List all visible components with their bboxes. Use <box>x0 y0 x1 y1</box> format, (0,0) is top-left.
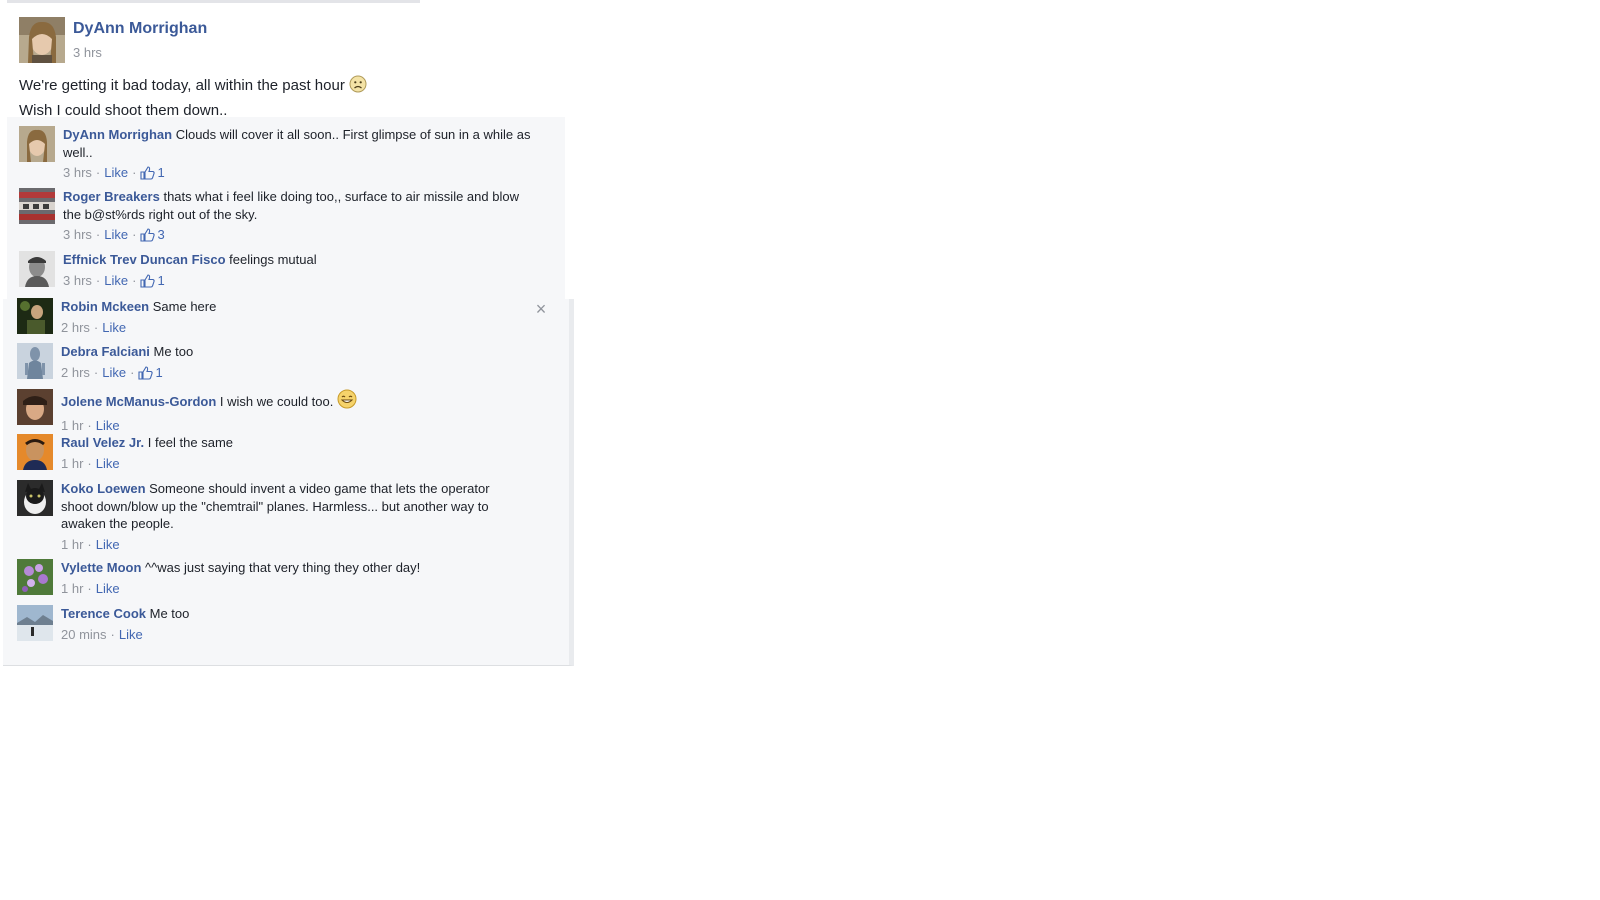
commenter-avatar[interactable] <box>17 434 53 470</box>
commenter-name[interactable]: Terence Cook <box>61 606 146 621</box>
like-link[interactable]: Like <box>96 456 120 471</box>
like-link[interactable]: Like <box>96 537 120 552</box>
top-divider <box>7 0 420 3</box>
comment-time[interactable]: 2 hrs <box>61 365 90 380</box>
comment-time[interactable]: 3 hrs <box>63 165 92 180</box>
comment-text: feelings mutual <box>229 252 317 267</box>
thumbs-up-icon <box>140 228 156 247</box>
post-text: We're getting it bad today, all within t… <box>19 75 419 122</box>
commenter-avatar[interactable] <box>19 251 55 287</box>
commenter-name[interactable]: Raul Velez Jr. <box>61 435 144 450</box>
commenter-avatar[interactable] <box>17 389 53 425</box>
like-link[interactable]: Like <box>96 418 120 433</box>
like-link[interactable]: Like <box>104 227 128 242</box>
commenter-avatar[interactable] <box>17 480 53 516</box>
like-link[interactable]: Like <box>104 165 128 180</box>
commenter-avatar[interactable] <box>17 559 53 595</box>
like-count-value: 1 <box>157 272 165 288</box>
comment-time[interactable]: 1 hr <box>61 537 83 552</box>
comment-meta: 1 hr · Like <box>61 580 120 596</box>
thumbs-up-icon <box>138 365 154 385</box>
comment-time[interactable]: 2 hrs <box>61 320 90 335</box>
like-link[interactable]: Like <box>119 627 143 642</box>
commenter-avatar[interactable] <box>17 343 53 379</box>
comment-time[interactable]: 3 hrs <box>63 273 92 288</box>
comment-meta: 2 hrs · Like · 1 <box>61 364 531 385</box>
like-count-value: 1 <box>155 364 163 380</box>
commenter-avatar[interactable] <box>19 126 55 162</box>
commenter-avatar[interactable] <box>17 298 53 334</box>
like-count-value: 1 <box>157 165 165 180</box>
comment-time[interactable]: 1 hr <box>61 418 83 433</box>
post-timestamp[interactable]: 3 hrs <box>73 45 102 60</box>
commenter-name[interactable]: Roger Breakers <box>63 189 160 204</box>
comment-meta: 20 mins · Like <box>61 626 143 642</box>
like-link[interactable]: Like <box>96 581 120 596</box>
comment-meta: 3 hrs · Like · 1 <box>63 272 533 293</box>
thumbs-up-icon <box>140 166 156 185</box>
commenter-name[interactable]: Jolene McManus-Gordon <box>61 394 216 409</box>
grin-face-icon <box>337 389 357 414</box>
like-link[interactable]: Like <box>102 365 126 380</box>
comment-text: I wish we could too. <box>219 394 334 409</box>
post-text-line-1: We're getting it bad today, all within t… <box>19 77 345 94</box>
sad-face-icon <box>349 75 367 100</box>
like-count[interactable]: 3 <box>140 227 165 242</box>
comment-meta: 2 hrs · Like <box>61 319 127 335</box>
commenter-name[interactable]: Robin Mckeen <box>61 299 149 314</box>
comment-meta: 3 hrs · Like · 3 <box>63 226 533 247</box>
thumbs-up-icon <box>140 273 156 293</box>
comment-text: Me too <box>149 606 190 621</box>
comment-text: ^^was just saying that very thing they o… <box>145 560 421 575</box>
like-count[interactable]: 1 <box>140 165 165 180</box>
like-count[interactable]: 1 <box>140 272 165 288</box>
comment-meta: 3 hrs · Like · 1 <box>63 164 533 185</box>
commenter-name[interactable]: Effnick Trev Duncan Fisco <box>63 252 226 267</box>
like-link[interactable]: Like <box>102 320 126 335</box>
comment-meta: 1 hr · Like <box>61 455 120 471</box>
commenter-name[interactable]: Debra Falciani <box>61 344 150 359</box>
commenter-avatar[interactable] <box>17 605 53 641</box>
comment-time[interactable]: 1 hr <box>61 581 83 596</box>
like-count[interactable]: 1 <box>138 364 163 380</box>
comment-time[interactable]: 1 hr <box>61 456 83 471</box>
commenter-name[interactable]: Vylette Moon <box>61 560 141 575</box>
post-author-avatar[interactable] <box>19 17 65 63</box>
close-icon[interactable]: × <box>534 300 548 318</box>
comment-time[interactable]: 3 hrs <box>63 227 92 242</box>
like-count-value: 3 <box>157 227 165 242</box>
commenter-avatar[interactable] <box>19 188 55 224</box>
comment-text: I feel the same <box>147 435 234 450</box>
comment-text: Me too <box>153 344 194 359</box>
commenter-name[interactable]: DyAnn Morrighan <box>63 127 172 142</box>
comment-text: Same here <box>152 299 217 314</box>
comment-meta: 1 hr · Like <box>61 536 120 552</box>
like-link[interactable]: Like <box>104 273 128 288</box>
post-author-name[interactable]: DyAnn Morrighan <box>73 20 207 38</box>
commenter-name[interactable]: Koko Loewen <box>61 481 146 496</box>
comment-time[interactable]: 20 mins <box>61 627 107 642</box>
comment-meta: 1 hr · Like <box>61 417 120 433</box>
